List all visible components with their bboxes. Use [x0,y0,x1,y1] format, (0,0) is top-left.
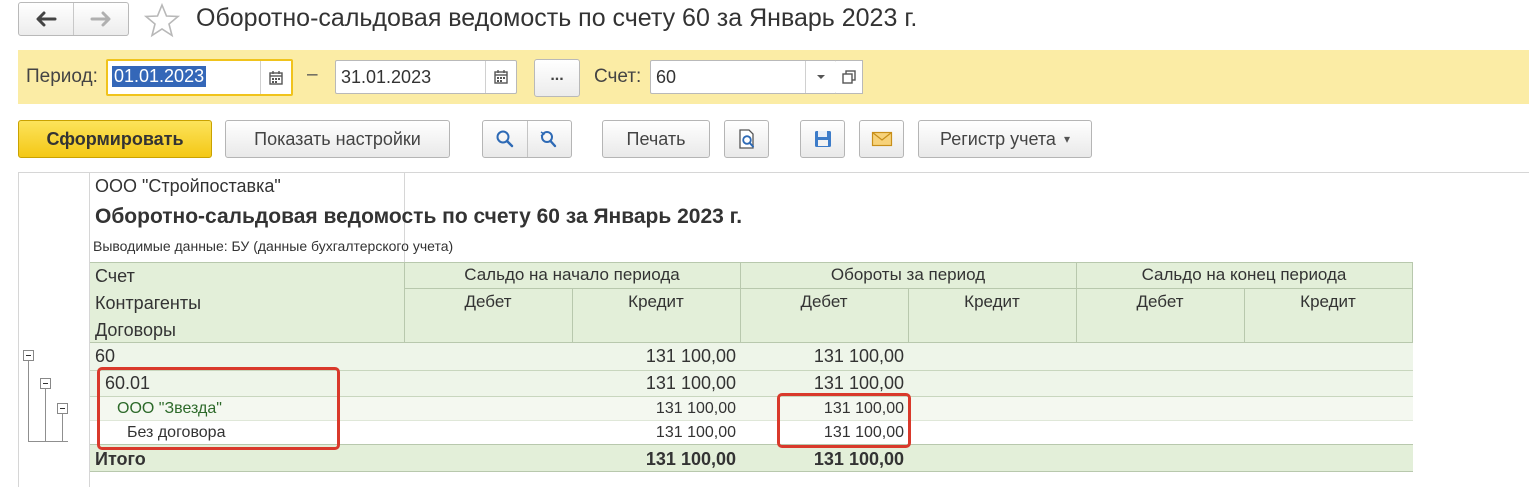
star-icon [143,2,181,38]
date-to-calendar-button[interactable] [485,61,516,93]
header-turnover-credit: Кредит [964,292,1020,311]
print-preview-icon [738,129,754,149]
outline-line [28,441,68,442]
page-title: Оборотно-сальдовая ведомость по счету 60… [196,4,918,32]
collapse-zvezda-toggle[interactable] [57,403,68,414]
header-closing-credit: Кредит [1300,292,1356,311]
account-open-button[interactable] [836,60,863,94]
date-to-value: 31.01.2023 [341,67,432,87]
table-row[interactable]: 60 131 100,00 131 100,00 [90,342,1413,370]
report-spreadsheet[interactable]: ООО "Стройпоставка" Оборотно-сальдовая в… [18,172,1529,487]
arrow-right-icon [90,11,111,27]
period-dash: – [307,64,318,85]
search-icon [496,130,514,148]
generate-button[interactable]: Сформировать [18,120,212,158]
row-label: 60 [95,346,116,366]
search-settings-button[interactable] [526,121,571,157]
total-label: Итого [95,449,146,469]
account-field[interactable]: 60 [650,60,837,94]
opening-credit-value: 131 100,00 [645,346,736,366]
sheet-left-line [18,172,19,487]
open-window-icon [842,70,856,84]
account-value: 60 [656,67,677,87]
grid-line [90,262,1413,263]
chevron-down-icon: ▾ [1063,132,1070,146]
preview-button[interactable] [724,120,769,158]
account-dropdown-button[interactable] [805,61,836,93]
report-company: ООО "Стройпоставка" [95,176,281,196]
search-button[interactable] [483,121,527,157]
header-opening-credit: Кредит [628,292,684,311]
floppy-disk-icon [814,131,831,147]
search-button-group [482,120,572,158]
outline-line [62,414,63,442]
forward-button[interactable] [73,3,128,35]
chevron-down-icon [817,75,825,79]
print-button[interactable]: Печать [602,120,710,158]
register-label: Регистр учета [940,128,1056,149]
header-opening-balance: Сальдо на начало периода [464,265,680,284]
header-closing-balance: Сальдо на конец периода [1141,265,1347,284]
date-from-value: 01.01.2023 [112,66,207,87]
period-panel: Период: 01.01.2023 – 31.01.2023 ... Счет… [18,50,1529,104]
header-account: Счет [95,266,135,286]
collapse-60-01-toggle[interactable] [40,378,51,389]
report-title: Оборотно-сальдовая ведомость по счету 60… [95,205,743,228]
header-closing-debit: Дебет [1136,292,1184,311]
opening-credit-value: 131 100,00 [655,400,736,417]
total-turnover-debit: 131 100,00 [813,449,904,469]
highlight-frame-rows [97,367,340,450]
header-turnover: Обороты за период [830,265,986,284]
opening-credit-value: 131 100,00 [655,424,736,441]
save-button[interactable] [800,120,845,158]
header-turnover-debit: Дебет [800,292,848,311]
register-dropdown-button[interactable]: Регистр учета ▾ [918,120,1092,158]
date-from-calendar-button[interactable] [260,61,291,94]
collapse-60-toggle[interactable] [23,350,34,361]
outline-line [45,389,46,442]
opening-credit-value: 131 100,00 [645,373,736,393]
header-counterparties: Контрагенты [95,293,202,313]
period-label: Период: [26,66,98,87]
header-opening-debit: Дебет [464,292,512,311]
title-bar: Оборотно-сальдовая ведомость по счету 60… [0,0,1529,44]
arrow-left-icon [36,11,57,27]
account-label: Счет: [594,66,642,87]
calendar-icon [269,70,283,85]
header-contracts: Договоры [95,320,176,340]
turnover-debit-value: 131 100,00 [813,346,904,366]
show-settings-button[interactable]: Показать настройки [225,120,450,158]
date-to-field[interactable]: 31.01.2023 [335,60,517,94]
select-period-button[interactable]: ... [534,59,580,97]
turnover-debit-value: 131 100,00 [813,373,904,393]
search-refresh-icon [541,131,557,148]
outline-line [28,361,29,442]
navigation-buttons [18,2,129,36]
envelope-icon [871,131,892,147]
send-email-button[interactable] [859,120,904,158]
calendar-icon [494,70,508,84]
highlight-frame-values [777,393,911,448]
date-from-field[interactable]: 01.01.2023 [106,59,293,96]
back-button[interactable] [19,3,73,35]
favorite-button[interactable] [143,2,181,43]
report-subtitle: Выводимые данные: БУ (данные бухгалтерск… [93,238,454,254]
sheet-top-line [18,172,1529,173]
total-opening-credit: 131 100,00 [645,449,736,469]
